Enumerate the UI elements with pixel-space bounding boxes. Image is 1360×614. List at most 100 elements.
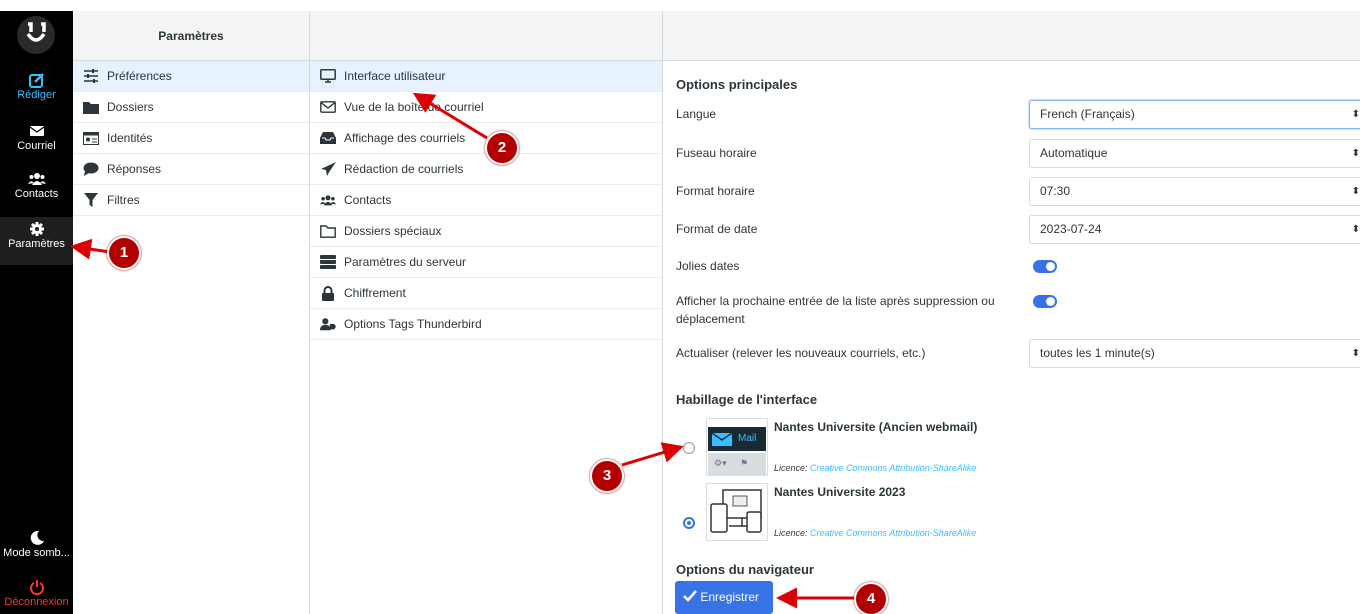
prefs-item-label: Dossiers spéciaux <box>344 223 442 238</box>
next-entry-label-line2: déplacement <box>676 312 745 326</box>
time-format-select[interactable]: 07:30 ⬍ <box>1029 177 1360 206</box>
nav-logout-button[interactable]: Déconnexion <box>0 575 73 614</box>
prefs-item-label: Paramètres du serveur <box>344 254 467 269</box>
row-next-entry: Afficher la prochaine entrée de la liste… <box>676 292 1356 328</box>
preferences-sections-panel: Interface utilisateur Vue de la boîte de… <box>310 11 663 614</box>
settings-item-identities[interactable]: Identités <box>73 123 309 154</box>
settings-item-folders[interactable]: Dossiers <box>73 92 309 123</box>
prefs-item-server-settings[interactable]: Paramètres du serveur <box>310 247 662 278</box>
settings-item-label: Identités <box>107 130 153 145</box>
settings-item-filters[interactable]: Filtres <box>73 185 309 216</box>
prefs-item-special-folders[interactable]: Dossiers spéciaux <box>310 216 662 247</box>
nav-compose-label: Rédiger <box>17 89 56 101</box>
save-button[interactable]: Enregistrer <box>675 581 773 614</box>
nav-logout-label: Déconnexion <box>4 596 69 608</box>
settings-item-responses[interactable]: Réponses <box>73 154 309 185</box>
id-card-icon <box>83 131 99 145</box>
license-prefix: Licence: <box>774 528 811 538</box>
nav-mail-button[interactable]: Courriel <box>0 119 73 165</box>
settings-item-preferences[interactable]: Préférences <box>73 61 309 92</box>
prefs-item-user-interface[interactable]: Interface utilisateur <box>310 61 662 92</box>
skin-2023-radio[interactable] <box>683 517 695 529</box>
skin-2023-name: Nantes Universite 2023 <box>774 485 906 499</box>
monitor-icon <box>320 69 336 83</box>
next-entry-label: Afficher la prochaine entrée de la liste… <box>676 292 995 328</box>
select-arrows-icon: ⬍ <box>1351 224 1360 235</box>
nav-compose-button[interactable]: Rédiger <box>0 68 73 114</box>
skin-option-legacy[interactable]: Mail ⚙▾ ⚑ Nantes Universite (Ancien webm… <box>676 418 1076 482</box>
nav-contacts-label: Contacts <box>14 188 59 200</box>
next-entry-label-line1: Afficher la prochaine entrée de la liste… <box>676 294 995 308</box>
skin-option-2023[interactable]: Nantes Universite 2023 Licence: Creative… <box>676 483 1076 547</box>
content-header <box>663 11 1360 61</box>
power-icon <box>29 580 44 595</box>
time-format-value: 07:30 <box>1040 184 1071 198</box>
row-date-format: Format de date 2023-07-24 ⬍ <box>676 214 1360 244</box>
folder-outline-icon <box>320 224 336 238</box>
license-link[interactable]: Creative Commons Attribution-ShareAlike <box>810 463 976 473</box>
inbox-icon <box>320 132 336 144</box>
gear-thumb-icon: ⚙▾ <box>714 458 727 468</box>
pretty-dates-label: Jolies dates <box>676 259 740 273</box>
envelope-icon <box>29 126 44 136</box>
prefs-item-label: Vue de la boîte de courriel <box>344 99 484 114</box>
nav-dark-mode-button[interactable]: Mode somb... <box>0 526 73 572</box>
skin-legacy-thumbnail: Mail ⚙▾ ⚑ <box>706 418 768 476</box>
settings-item-label: Filtres <box>107 192 140 207</box>
annotation-badge-3: 3 <box>590 459 624 493</box>
logo <box>17 16 55 54</box>
users-icon <box>320 194 336 205</box>
row-language: Langue French (Français) ⬍ <box>676 99 1360 129</box>
refresh-select[interactable]: toutes les 1 minute(s) ⬍ <box>1029 339 1360 368</box>
select-arrows-icon: ⬍ <box>1351 148 1360 159</box>
pretty-dates-toggle[interactable] <box>1033 260 1057 273</box>
main-nav: Rédiger Courriel Contacts Paramètres Mod… <box>0 11 73 614</box>
edit-icon <box>28 73 44 88</box>
folder-icon <box>83 101 99 114</box>
settings-title: Paramètres <box>73 11 309 61</box>
prefs-item-label: Affichage des courriels <box>344 130 466 145</box>
prefs-item-contacts[interactable]: Contacts <box>310 185 662 216</box>
save-label: Enregistrer <box>700 590 760 604</box>
row-refresh: Actualiser (relever les nouveaux courrie… <box>676 338 1360 368</box>
annotation-badge-4: 4 <box>854 582 888 614</box>
prefs-item-mailbox-view[interactable]: Vue de la boîte de courriel <box>310 92 662 123</box>
sliders-icon <box>84 69 98 83</box>
next-entry-toggle[interactable] <box>1033 295 1057 308</box>
check-icon <box>683 590 697 602</box>
server-icon <box>320 255 336 269</box>
refresh-value: toutes les 1 minute(s) <box>1040 346 1155 360</box>
gear-icon <box>29 222 44 236</box>
prefs-item-encryption[interactable]: Chiffrement <box>310 278 662 309</box>
skin-2023-thumbnail <box>706 483 768 541</box>
timezone-select[interactable]: Automatique ⬍ <box>1029 139 1360 168</box>
nav-dark-mode-label: Mode somb... <box>3 547 70 559</box>
timezone-label: Fuseau horaire <box>676 146 757 160</box>
logo-icon <box>26 22 46 42</box>
paper-plane-icon <box>320 162 336 176</box>
nav-settings-button[interactable]: Paramètres <box>0 217 73 265</box>
devices-thumb-icon <box>710 489 762 533</box>
prefs-item-composing[interactable]: Rédaction de courriels <box>310 154 662 185</box>
license-link[interactable]: Creative Commons Attribution-ShareAlike <box>810 528 976 538</box>
filter-icon <box>84 193 98 207</box>
skin-2023-license: Licence: Creative Commons Attribution-Sh… <box>774 528 976 538</box>
skin-legacy-radio[interactable] <box>683 442 695 454</box>
skin-legacy-name: Nantes Universite (Ancien webmail) <box>774 420 978 434</box>
select-arrows-icon: ⬍ <box>1351 109 1360 120</box>
nav-contacts-button[interactable]: Contacts <box>0 167 73 213</box>
mail-thumb-icon <box>712 433 732 446</box>
language-label: Langue <box>676 107 717 121</box>
settings-item-label: Réponses <box>107 161 162 176</box>
flag-thumb-icon: ⚑ <box>740 458 749 468</box>
prefs-item-thunderbird-tags[interactable]: Options Tags Thunderbird <box>310 309 662 340</box>
section-main-options: Options principales <box>676 77 798 92</box>
date-format-label: Format de date <box>676 222 758 236</box>
language-select[interactable]: French (Français) ⬍ <box>1029 100 1360 129</box>
section-browser-options: Options du navigateur <box>676 562 814 577</box>
preferences-header <box>310 11 662 61</box>
preferences-content: Options principales Langue French (Franç… <box>663 11 1360 614</box>
section-skin: Habillage de l'interface <box>676 392 818 407</box>
skin-legacy-license: Licence: Creative Commons Attribution-Sh… <box>774 463 976 473</box>
date-format-select[interactable]: 2023-07-24 ⬍ <box>1029 215 1360 244</box>
